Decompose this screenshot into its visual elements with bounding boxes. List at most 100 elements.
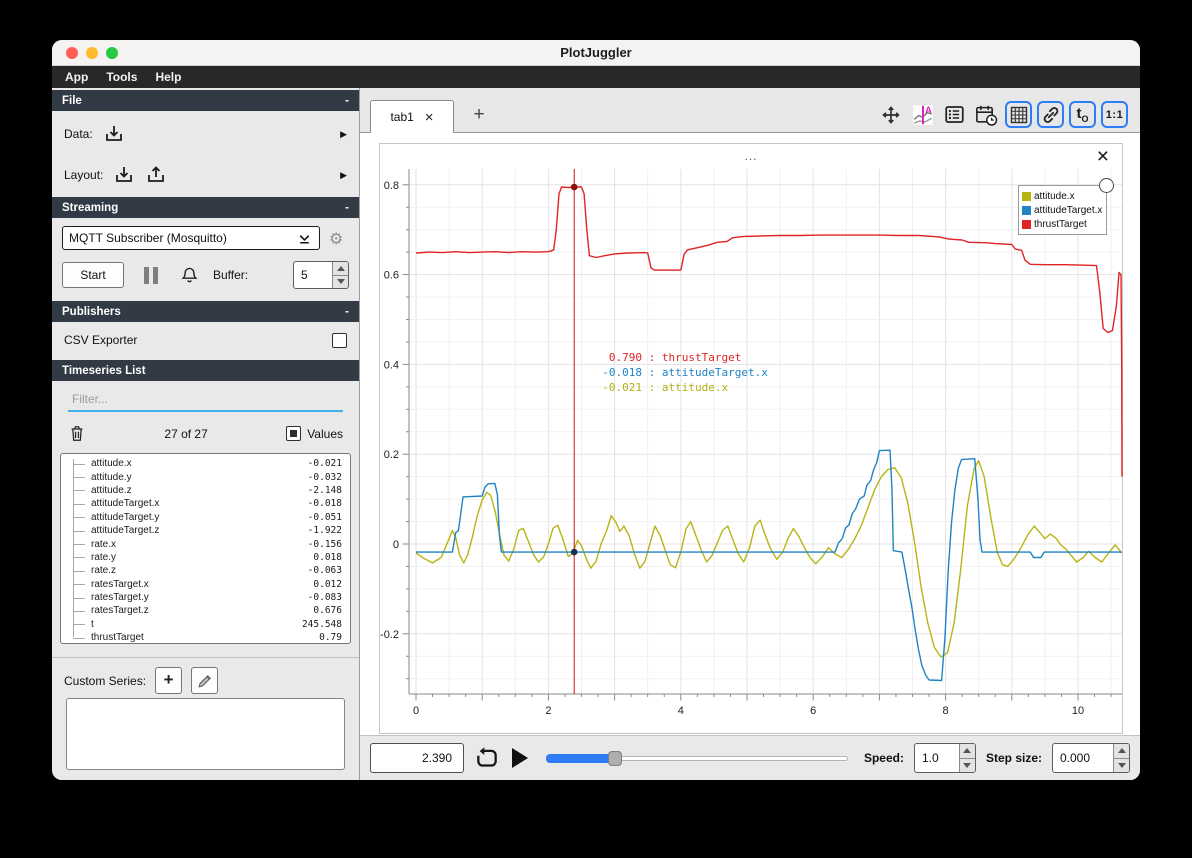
spin-up-icon[interactable] [1114,744,1129,758]
timeseries-name: t [91,618,94,630]
speed-value[interactable]: 1.0 [915,744,959,772]
spin-down-icon[interactable] [333,274,348,288]
curve-tracker-icon[interactable]: A [909,101,936,128]
data-load-icon[interactable] [103,124,125,144]
buffer-spinbox[interactable]: 5 [293,261,349,289]
close-window-button[interactable] [66,47,78,59]
filter-input[interactable] [68,389,343,412]
menu-help[interactable]: Help [146,70,190,84]
streaming-source-select[interactable]: MQTT Subscriber (Mosquitto) [62,226,320,250]
timeseries-value: -1.922 [307,525,342,537]
timeseries-item[interactable]: thrustTarget 0.79 [61,631,350,644]
timeline-slider-fill [546,754,616,763]
speed-spinbox[interactable]: 1.0 [913,743,976,773]
layout-menu-arrow-icon[interactable]: ▶ [340,170,347,181]
csv-exporter-label: CSV Exporter [64,333,138,347]
timeline-slider[interactable] [546,748,848,768]
layout-save-icon[interactable] [145,165,167,185]
edit-custom-series-button[interactable] [191,667,219,694]
cursor-readout: 0.790 : thrustTarget -0.018 : attitudeTar… [598,350,768,395]
ratio-icon[interactable]: 1:1 [1101,101,1128,128]
timeseries-item[interactable]: rate.x -0.156 [61,537,350,550]
legend-item[interactable]: attitude.x [1019,189,1106,203]
legend-item[interactable]: thrustTarget [1019,217,1106,231]
timeseries-item[interactable]: rate.z -0.063 [61,564,350,577]
svg-text:-0.2: -0.2 [380,629,399,641]
spin-down-icon[interactable] [1114,757,1129,772]
time-field[interactable]: 2.390 [370,743,464,773]
timeseries-item[interactable]: attitudeTarget.y -0.051 [61,511,350,524]
add-tab-button[interactable]: + [466,102,492,128]
timeseries-item[interactable]: attitude.z -2.148 [61,484,350,497]
add-custom-series-button[interactable]: + [155,667,183,694]
grid-layout-icon[interactable] [1005,101,1032,128]
csv-exporter-checkbox[interactable] [332,332,347,348]
minimize-window-button[interactable] [86,47,98,59]
bell-icon[interactable] [180,266,199,285]
legend-item[interactable]: attitudeTarget.x [1019,203,1106,217]
cursor-readout-line: -0.018 : attitudeTarget.x [602,366,768,379]
timeline-slider-thumb[interactable] [608,751,623,766]
timeseries-item[interactable]: rate.y 0.018 [61,551,350,564]
section-header-file[interactable]: File - [52,90,359,111]
menu-app[interactable]: App [56,70,97,84]
collapse-icon[interactable]: - [345,95,349,107]
timeseries-value: -0.021 [307,458,342,470]
collapse-icon[interactable]: - [345,306,349,318]
values-checkbox[interactable] [286,426,302,441]
datetime-icon[interactable] [973,101,1000,128]
timeseries-value: -0.083 [307,592,342,604]
loop-icon[interactable] [474,746,500,771]
spin-up-icon[interactable] [959,744,975,758]
tab-close-icon[interactable]: × [425,110,434,125]
collapse-icon[interactable]: - [345,202,349,214]
section-header-timeseries[interactable]: Timeseries List [52,360,359,381]
plot-widget[interactable]: ... × 0 2 4 6 8 10 0.8 0.6 0.4 0.2 0 -0.2 attitude.… [379,143,1123,734]
gear-icon[interactable]: ⚙ [329,229,343,248]
timeseries-item[interactable]: attitude.y -0.032 [61,470,350,483]
maximize-window-button[interactable] [106,47,118,59]
custom-series-list[interactable] [66,698,345,770]
timeseries-item[interactable]: attitude.x -0.021 [61,457,350,470]
timeseries-item[interactable]: attitudeTarget.x -0.018 [61,497,350,510]
menu-tools[interactable]: Tools [97,70,146,84]
chevron-down-icon [299,234,310,244]
step-size-spinbox[interactable]: 0.000 [1052,743,1130,773]
move-icon[interactable] [877,101,904,128]
spin-down-icon[interactable] [959,757,975,772]
timeseries-item[interactable]: ratesTarget.y -0.083 [61,591,350,604]
spin-up-icon[interactable] [333,262,348,275]
legend-handle-icon[interactable] [1099,178,1114,193]
legend-list-icon[interactable] [941,101,968,128]
buffer-value[interactable]: 5 [294,262,332,288]
section-header-streaming[interactable]: Streaming - [52,197,359,218]
transport-bar: 2.390 Speed: 1.0 Step size: 0.000 [360,735,1140,780]
timeseries-item[interactable]: t 245.548 [61,618,350,631]
trash-icon[interactable] [68,424,86,443]
timeseries-value: -0.051 [307,511,342,523]
timeseries-item[interactable]: ratesTarget.z 0.676 [61,604,350,617]
data-menu-arrow-icon[interactable]: ▶ [340,129,347,140]
plot-canvas[interactable]: 0 2 4 6 8 10 0.8 0.6 0.4 0.2 0 -0.2 [380,144,1124,735]
timeseries-value: 0.79 [319,632,342,644]
timeseries-item[interactable]: attitudeTarget.z -1.922 [61,524,350,537]
layout-load-icon[interactable] [113,165,135,185]
play-icon[interactable] [512,748,528,768]
tab-tab1[interactable]: tab1 × [370,100,454,133]
titlebar: PlotJuggler [52,40,1140,66]
start-button[interactable]: Start [62,262,124,288]
plot-close-icon[interactable]: × [1097,146,1109,167]
pause-icon[interactable] [144,266,158,284]
cursor-readout-line: 0.790 : thrustTarget [608,351,742,364]
svg-text:0: 0 [393,539,399,551]
streaming-header-label: Streaming [62,201,119,214]
main-area: tab1 × + A tO 1:1 ... × 0 2 4 6 8 10 0.8… [360,88,1140,780]
timeseries-tree[interactable]: attitude.x -0.021 attitude.y -0.032 attitude… [60,453,351,644]
timeseries-value: 0.676 [313,605,342,617]
link-icon[interactable] [1037,101,1064,128]
step-size-value[interactable]: 0.000 [1053,744,1113,772]
timeseries-item[interactable]: ratesTarget.x 0.012 [61,578,350,591]
plot-legend[interactable]: attitude.x attitudeTarget.x thrustTarget [1018,178,1114,235]
section-header-publishers[interactable]: Publishers - [52,301,359,322]
time-offset-icon[interactable]: tO [1069,101,1096,128]
